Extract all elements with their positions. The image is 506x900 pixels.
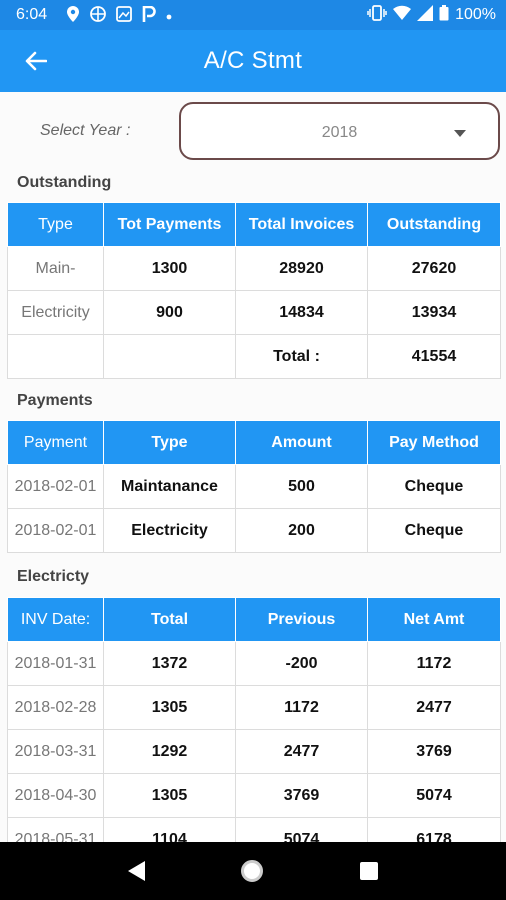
table-row: 2018-01-31 1372 -200 1172 [7,641,501,686]
column-header: Payment [7,420,104,465]
signal-icon [417,4,434,26]
total-value: 41554 [367,334,501,379]
photo-icon [116,5,132,25]
table-cell: 900 [103,290,236,335]
column-header: Total [103,597,236,642]
status-bar: 6:04 100% [0,0,506,30]
column-header: Outstanding [367,202,501,247]
electricity-section-title: Electricty [17,568,90,585]
table-cell: -200 [235,641,368,686]
table-cell: Main- [7,246,104,291]
vibrate-icon [367,4,387,26]
table-cell: 1172 [235,685,368,730]
table-row: Electricity 900 14834 13934 [7,290,501,335]
nav-home-icon[interactable] [241,860,264,882]
battery-icon [439,4,449,26]
table-row: 2018-02-01 Electricity 200 Cheque [7,508,501,553]
nav-recents-icon[interactable] [359,862,378,880]
table-cell: 5074 [367,773,501,818]
column-header: Type [103,420,236,465]
column-header: Total Invoices [235,202,368,247]
table-cell: 2477 [235,729,368,774]
wifi-icon [393,5,412,26]
column-header: Tot Payments [103,202,236,247]
table-row: 2018-03-31 1292 2477 3769 [7,729,501,774]
table-header-row: Type Tot Payments Total Invoices Outstan… [7,202,501,247]
table-cell: 1372 [103,641,236,686]
table-cell-empty [7,334,104,379]
table-cell: 28920 [235,246,368,291]
table-cell: 6178 [367,817,501,842]
table-cell: 5074 [235,817,368,842]
system-nav-bar [0,842,506,900]
table-cell: 200 [235,508,368,553]
total-label: Total : [235,334,368,379]
column-header: INV Date: [7,597,104,642]
column-header: Amount [235,420,368,465]
battery-percent: 100% [455,6,496,23]
table-row: 2018-02-01 Maintanance 500 Cheque [7,464,501,509]
statement-content[interactable]: Select Year : 2018 Outstanding Type Tot … [0,92,506,842]
table-row: 2018-05-31 1104 5074 6178 [7,817,501,842]
table-cell: 3769 [367,729,501,774]
table-cell: 2018-01-31 [7,641,104,686]
payments-section-title: Payments [17,392,93,409]
table-row: Main- 1300 28920 27620 [7,246,501,291]
table-cell: 1104 [103,817,236,842]
column-header: Type [7,202,104,247]
table-cell: 13934 [367,290,501,335]
table-row: 2018-02-28 1305 1172 2477 [7,685,501,730]
year-label: Select Year : [40,122,131,139]
table-cell: Electricity [103,508,236,553]
table-cell: 500 [235,464,368,509]
total-row: Total : 41554 [7,334,501,379]
table-cell: Maintanance [103,464,236,509]
table-cell: Cheque [367,464,501,509]
table-header-row: Payment Type Amount Pay Method [7,420,501,465]
globe-icon [90,5,106,25]
maps-pin-icon [66,5,80,25]
year-selector-row: Select Year : 2018 [0,102,506,160]
table-cell: 1172 [367,641,501,686]
payments-table: Payment Type Amount Pay Method 2018-02-0… [7,420,501,553]
column-header: Pay Method [367,420,501,465]
table-cell: 2018-02-01 [7,464,104,509]
nav-back-icon[interactable] [128,861,146,881]
table-cell: 1305 [103,685,236,730]
outstanding-table: Type Tot Payments Total Invoices Outstan… [7,202,501,379]
table-cell: 1305 [103,773,236,818]
table-cell: 2018-03-31 [7,729,104,774]
column-header: Net Amt [367,597,501,642]
year-dropdown-value: 2018 [321,124,358,141]
table-cell-empty [103,334,236,379]
dot-icon [166,7,172,23]
table-cell: 2018-02-01 [7,508,104,553]
table-cell: 2018-04-30 [7,773,104,818]
chevron-down-icon [454,130,466,137]
table-cell: 3769 [235,773,368,818]
page-title: A/C Stmt [203,47,303,74]
status-time: 6:04 [16,6,48,23]
table-cell: 1300 [103,246,236,291]
electricity-table: INV Date: Total Previous Net Amt 2018-01… [7,597,501,842]
table-cell: 2018-05-31 [7,817,104,842]
table-cell: Electricity [7,290,104,335]
table-cell: 2018-02-28 [7,685,104,730]
table-cell: 14834 [235,290,368,335]
table-cell: 27620 [367,246,501,291]
outstanding-section-title: Outstanding [17,174,112,191]
app-bar: A/C Stmt [0,30,506,92]
table-cell: Cheque [367,508,501,553]
table-cell: 2477 [367,685,501,730]
parking-icon [142,5,156,25]
column-header: Previous [235,597,368,642]
year-dropdown[interactable]: 2018 [179,102,500,160]
table-header-row: INV Date: Total Previous Net Amt [7,597,501,642]
table-row: 2018-04-30 1305 3769 5074 [7,773,501,818]
table-cell: 1292 [103,729,236,774]
